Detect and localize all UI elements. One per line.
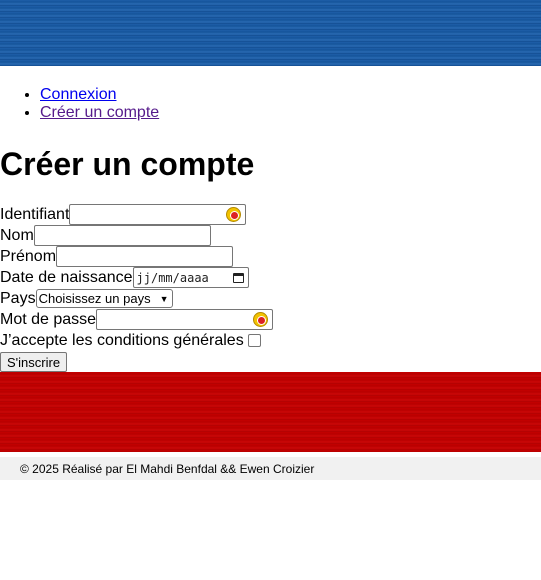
connexion-link[interactable]: Connexion xyxy=(40,86,117,103)
password-row: Mot de passe xyxy=(0,309,541,330)
signup-form: Identifiant Nom Prénom Date de naissance… xyxy=(0,204,541,372)
password-manager-icon[interactable] xyxy=(226,207,242,222)
main-nav: Connexion Créer un compte xyxy=(0,86,541,122)
nom-input[interactable] xyxy=(33,225,211,246)
footer: © 2025 Réalisé par El Mahdi Benfdal && E… xyxy=(0,457,541,480)
nav-item-creer-compte: Créer un compte xyxy=(40,104,541,122)
country-select-value: Choisissez un pays xyxy=(38,291,151,306)
identifiant-input[interactable] xyxy=(69,204,247,225)
country-select[interactable]: Choisissez un pays ▼ xyxy=(35,289,173,308)
identifiant-row: Identifiant xyxy=(0,204,541,225)
calendar-icon[interactable] xyxy=(232,272,244,283)
terms-label: J’accepte les conditions générales xyxy=(0,331,244,349)
top-banner xyxy=(0,0,541,66)
password-manager-icon[interactable] xyxy=(253,312,269,327)
nom-label: Nom xyxy=(0,226,34,244)
create-account-link[interactable]: Créer un compte xyxy=(40,104,159,121)
date-placeholder: jj/mm/aaaa xyxy=(136,270,209,285)
password-label: Mot de passe xyxy=(0,310,97,328)
signup-button[interactable]: S'inscrire xyxy=(0,352,68,372)
terms-checkbox[interactable] xyxy=(247,334,261,347)
date-label: Date de naissance xyxy=(0,268,133,286)
birthdate-input[interactable]: jj/mm/aaaa xyxy=(132,267,249,288)
pays-label: Pays xyxy=(0,289,36,307)
prenom-input[interactable] xyxy=(56,246,234,267)
pays-row: Pays Choisissez un pays ▼ xyxy=(0,288,541,309)
bottom-banner xyxy=(0,372,541,452)
page-title: Créer un compte xyxy=(0,146,255,182)
prenom-row: Prénom xyxy=(0,246,541,267)
terms-row: J’accepte les conditions générales xyxy=(0,330,541,351)
nom-row: Nom xyxy=(0,225,541,246)
identifiant-label: Identifiant xyxy=(0,205,70,223)
prenom-label: Prénom xyxy=(0,247,57,265)
password-input[interactable] xyxy=(96,309,274,330)
nav-item-connexion: Connexion xyxy=(40,86,541,104)
chevron-down-icon: ▼ xyxy=(159,293,169,304)
date-row: Date de naissance jj/mm/aaaa xyxy=(0,267,541,288)
footer-text: © 2025 Réalisé par El Mahdi Benfdal && E… xyxy=(20,461,315,476)
